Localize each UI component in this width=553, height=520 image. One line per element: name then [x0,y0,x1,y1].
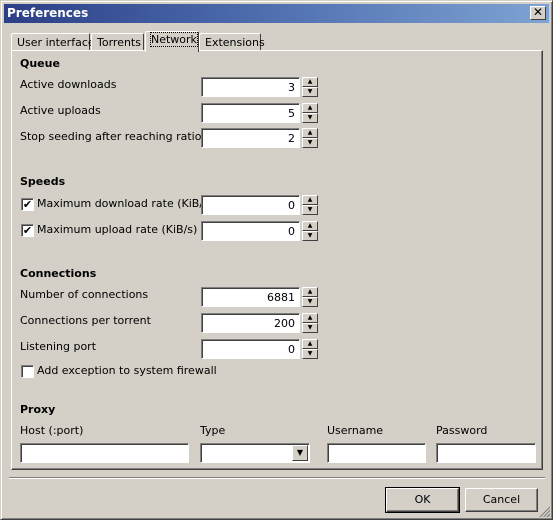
stop-seeding-ratio-spinner: ▲ ▼ [302,128,318,148]
close-button[interactable]: ✕ [530,6,546,20]
active-downloads-input[interactable]: 3 [201,77,300,97]
speeds-section-title: Speeds [20,175,66,188]
tab-label: Torrents [97,36,141,49]
active-uploads-spinner: ▲ ▼ [302,103,318,123]
spin-down-button[interactable]: ▼ [302,87,318,97]
separator-highlight [9,478,545,479]
window-title: Preferences [7,6,89,20]
queue-section-title: Queue [20,57,60,70]
spin-up-button[interactable]: ▲ [302,195,318,205]
title-bar[interactable]: Preferences ✕ [4,4,549,23]
spin-down-button[interactable]: ▼ [302,113,318,123]
num-connections-input[interactable]: 6881 [201,287,300,307]
arrow-up-icon: ▲ [307,129,313,136]
tab-label: Extensions [205,36,265,49]
spin-down-button[interactable]: ▼ [302,323,318,333]
proxy-type-select[interactable]: ▼ [200,443,310,463]
proxy-host-label: Host (:port) [20,424,84,437]
max-upload-input[interactable]: 0 [201,221,300,241]
tab-label: User interface [17,36,95,49]
arrow-up-icon: ▲ [307,288,313,295]
arrow-down-icon: ▼ [307,114,313,121]
arrow-up-icon: ▲ [307,222,313,229]
spin-up-button[interactable]: ▲ [302,128,318,138]
arrow-down-icon: ▼ [307,139,313,146]
arrow-up-icon: ▲ [307,340,313,347]
arrow-down-icon: ▼ [307,324,313,331]
max-upload-spinner: ▲ ▼ [302,221,318,241]
firewall-exception-label[interactable]: Add exception to system firewall [37,364,217,377]
spin-up-button[interactable]: ▲ [302,103,318,113]
arrow-up-icon: ▲ [307,196,313,203]
preferences-dialog: Preferences ✕ User interface Torrents Ne… [0,0,553,520]
firewall-exception-checkbox[interactable] [21,365,34,378]
max-download-label[interactable]: Maximum download rate (KiB/s) [37,197,213,210]
dropdown-button[interactable]: ▼ [292,445,308,461]
max-upload-checkbox[interactable]: ✔ [21,224,34,237]
arrow-down-icon: ▼ [307,298,313,305]
active-downloads-spinner: ▲ ▼ [302,77,318,97]
stop-seeding-ratio-input[interactable]: 2 [201,128,300,148]
connections-per-torrent-spinner: ▲ ▼ [302,313,318,333]
proxy-section-title: Proxy [20,403,56,416]
proxy-password-label: Password [436,424,488,437]
spin-down-button[interactable]: ▼ [302,205,318,215]
max-download-input[interactable]: 0 [201,195,300,215]
arrow-down-icon: ▼ [307,206,313,213]
spin-up-button[interactable]: ▲ [302,77,318,87]
tab-torrents[interactable]: Torrents [91,33,144,51]
spin-down-button[interactable]: ▼ [302,231,318,241]
tab-user-interface[interactable]: User interface [11,33,95,51]
arrow-up-icon: ▲ [307,78,313,85]
tab-extensions[interactable]: Extensions [199,33,265,51]
arrow-down-icon: ▼ [307,88,313,95]
stop-seeding-ratio-label: Stop seeding after reaching ratio [20,130,202,143]
proxy-host-input[interactable] [20,443,189,463]
listening-port-input[interactable]: 0 [201,339,300,359]
network-panel: Queue Active downloads 3 ▲ ▼ Active uplo… [11,50,543,470]
max-download-checkbox[interactable]: ✔ [21,198,34,211]
spin-down-button[interactable]: ▼ [302,297,318,307]
chevron-down-icon: ▼ [296,448,304,457]
num-connections-label: Number of connections [20,288,149,301]
arrow-up-icon: ▲ [307,314,313,321]
tab-network[interactable]: Network [145,31,199,52]
check-icon: ✔ [22,224,33,237]
proxy-username-input[interactable] [327,443,426,463]
listening-port-label: Listening port [20,340,97,353]
proxy-password-input[interactable] [436,443,536,463]
connections-section-title: Connections [20,267,97,280]
arrow-down-icon: ▼ [307,350,313,357]
active-uploads-label: Active uploads [20,104,101,117]
cancel-button[interactable]: Cancel [465,488,538,512]
num-connections-spinner: ▲ ▼ [302,287,318,307]
active-downloads-label: Active downloads [20,78,117,91]
max-upload-label[interactable]: Maximum upload rate (KiB/s) [37,223,197,236]
close-icon: ✕ [532,5,544,19]
spin-up-button[interactable]: ▲ [302,313,318,323]
listening-port-spinner: ▲ ▼ [302,339,318,359]
tab-label: Network [150,32,198,47]
active-uploads-input[interactable]: 5 [201,103,300,123]
arrow-down-icon: ▼ [307,232,313,239]
spin-down-button[interactable]: ▼ [302,349,318,359]
spin-up-button[interactable]: ▲ [302,339,318,349]
max-download-spinner: ▲ ▼ [302,195,318,215]
spin-up-button[interactable]: ▲ [302,287,318,297]
spin-down-button[interactable]: ▼ [302,138,318,148]
proxy-username-label: Username [327,424,384,437]
connections-per-torrent-label: Connections per torrent [20,314,151,327]
arrow-up-icon: ▲ [307,104,313,111]
ok-button[interactable]: OK [385,487,460,513]
proxy-type-label: Type [200,424,226,437]
connections-per-torrent-input[interactable]: 200 [201,313,300,333]
resize-grip-icon[interactable] [538,505,550,517]
check-icon: ✔ [22,198,33,211]
spin-up-button[interactable]: ▲ [302,221,318,231]
